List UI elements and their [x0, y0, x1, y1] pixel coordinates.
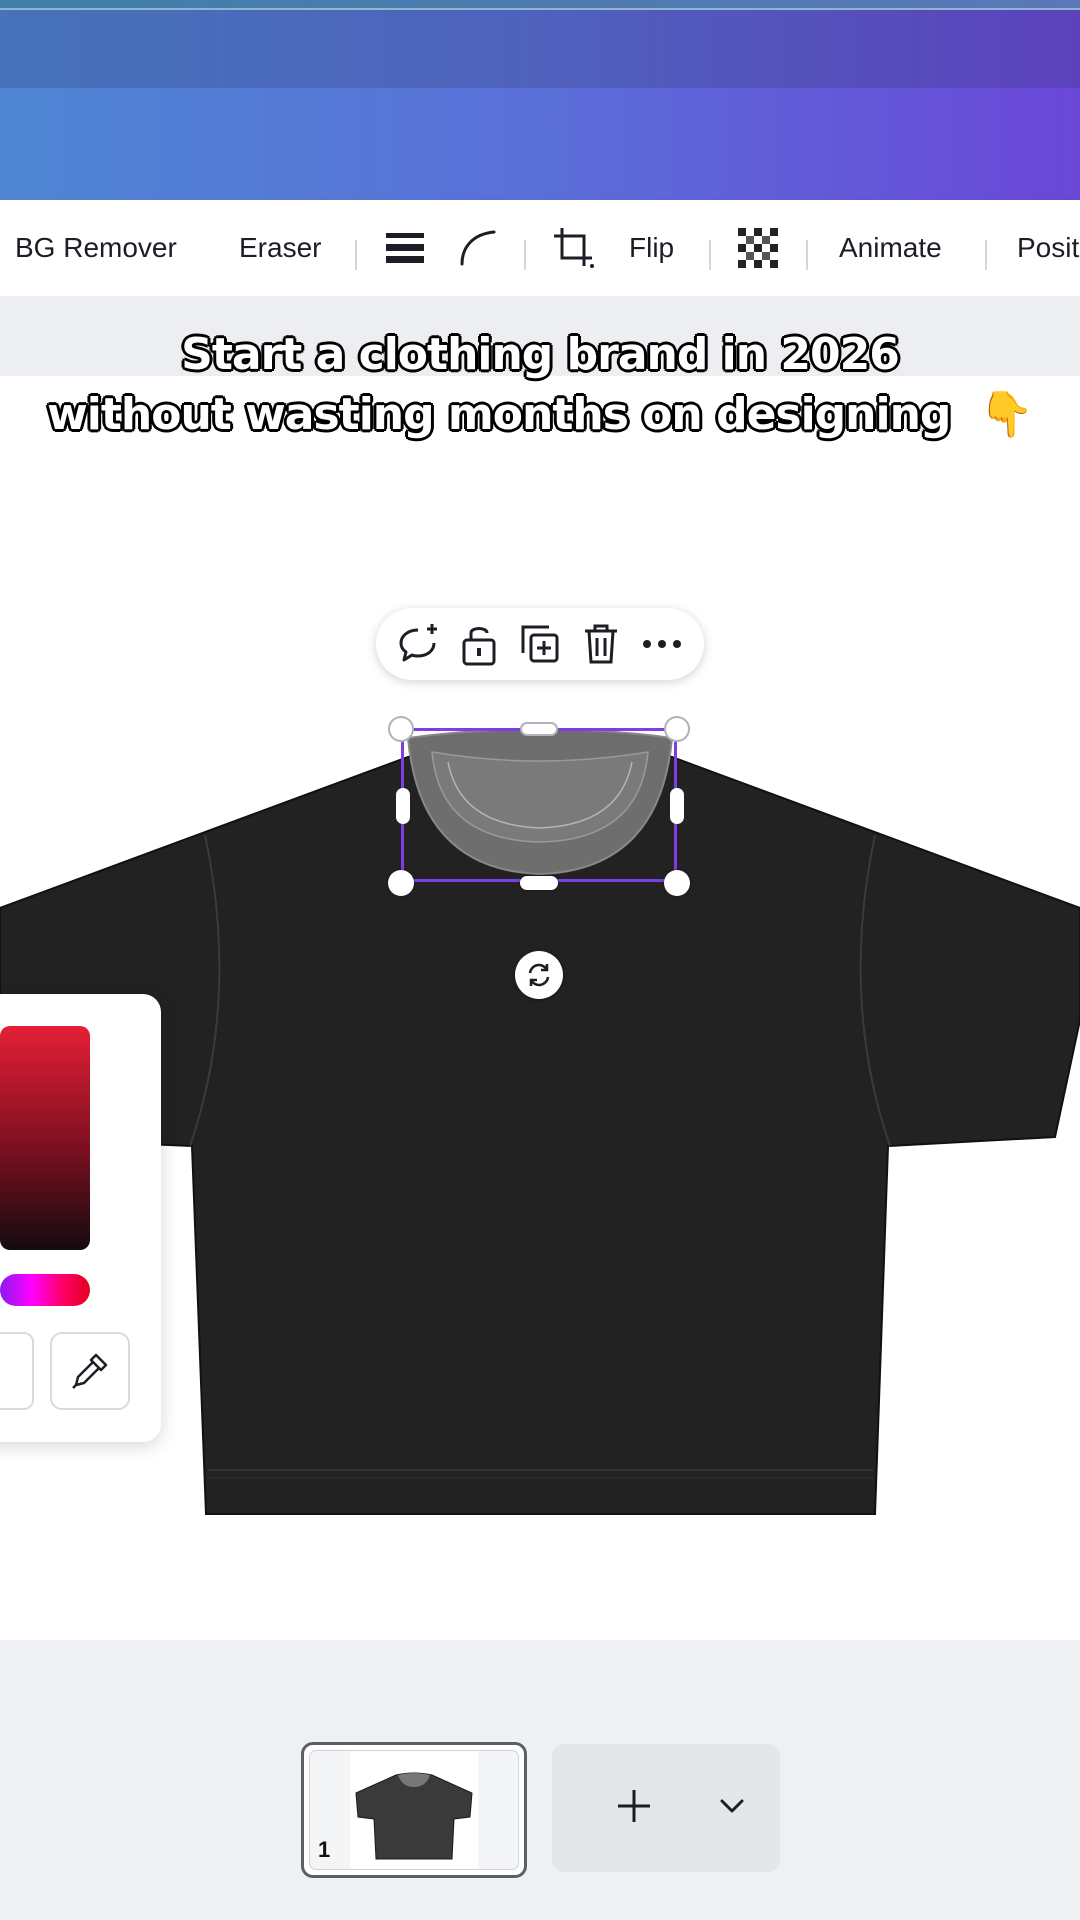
image-toolbar: BG Remover Eraser Flip Animate Posit [0, 200, 1080, 296]
caption-line-2: without wasting months on designing [47, 389, 951, 440]
border-weight-icon [386, 233, 424, 263]
comment-add-icon[interactable] [394, 620, 442, 668]
thumbnail-tshirt [355, 1772, 473, 1860]
hue-slider[interactable] [0, 1274, 90, 1306]
toolbar-divider [355, 240, 357, 270]
chevron-down-icon [720, 1799, 744, 1813]
eyedropper-icon [72, 1353, 108, 1389]
resize-handle-bottom-right[interactable] [664, 870, 690, 896]
toolbar-divider [985, 240, 987, 270]
toolbar-divider [524, 240, 526, 270]
border-style-button[interactable] [384, 200, 426, 296]
saturation-brightness-area[interactable] [0, 1026, 90, 1250]
resize-handle-bottom-left[interactable] [388, 870, 414, 896]
resize-handle-top-right[interactable] [664, 716, 690, 742]
flip-button[interactable]: Flip [629, 200, 674, 296]
resize-handle-bottom[interactable] [520, 876, 558, 890]
duplicate-icon[interactable] [516, 620, 564, 668]
transparency-button[interactable] [738, 200, 778, 296]
header-top-band [0, 10, 1080, 88]
resize-handle-left[interactable] [396, 788, 410, 824]
unlock-icon[interactable] [455, 620, 503, 668]
more-icon[interactable] [638, 620, 686, 668]
browser-top-strip [0, 0, 1080, 10]
thumbnail-preview: 1 [309, 1750, 519, 1870]
add-page-control [552, 1744, 780, 1872]
pointing-down-emoji: 👇 [979, 389, 1034, 440]
toolbar-divider [806, 240, 808, 270]
crop-button[interactable] [552, 200, 596, 296]
page-thumbnail[interactable]: 1 [301, 1742, 527, 1878]
resize-handle-top-left[interactable] [388, 716, 414, 742]
toolbar-divider [709, 240, 711, 270]
resize-handle-top[interactable] [520, 722, 558, 736]
thumbnail-canvas [350, 1751, 478, 1869]
element-quick-actions [376, 608, 704, 680]
page-number: 1 [318, 1837, 331, 1862]
add-page-options-button[interactable] [718, 1792, 746, 1820]
transparency-checker-icon [738, 228, 778, 268]
editor-header [0, 10, 1080, 200]
position-button[interactable]: Posit [1017, 200, 1079, 296]
caption-text[interactable]: Start a clothing brand in 2026 without w… [0, 325, 1080, 445]
corner-rounding-button[interactable] [458, 200, 498, 296]
delete-icon[interactable] [577, 620, 625, 668]
hex-input[interactable] [0, 1332, 34, 1410]
bg-remover-button[interactable]: BG Remover [15, 200, 177, 296]
plus-icon [618, 1790, 650, 1822]
crop-icon [554, 228, 594, 268]
rotate-icon [528, 963, 550, 987]
rotate-handle[interactable] [515, 951, 563, 999]
eyedropper-button[interactable] [50, 1332, 130, 1410]
resize-handle-right[interactable] [670, 788, 684, 824]
selection-box[interactable] [401, 728, 677, 882]
eraser-button[interactable]: Eraser [239, 200, 321, 296]
add-page-button[interactable] [606, 1778, 662, 1834]
corner-curve-icon [460, 230, 496, 266]
animate-button[interactable]: Animate [839, 200, 942, 296]
caption-line-1: Start a clothing brand in 2026 [181, 329, 900, 380]
color-picker-panel [0, 994, 161, 1442]
page-navigator [0, 1640, 1080, 1920]
